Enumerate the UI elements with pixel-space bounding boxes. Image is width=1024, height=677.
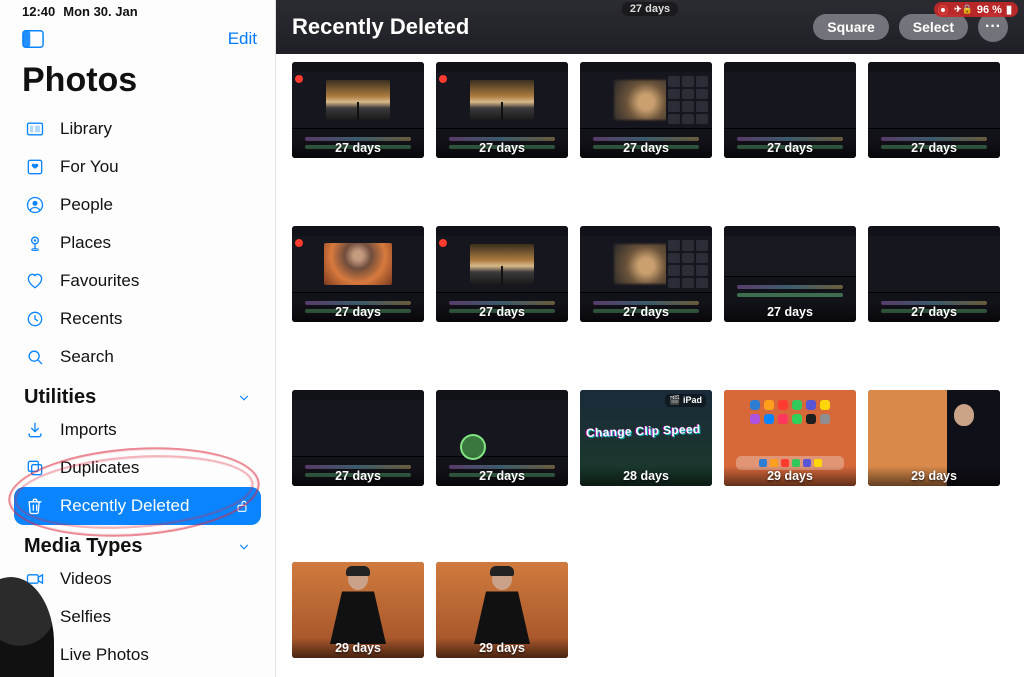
app-root: 12:40 Mon 30. Jan Edit Photos Library Fo…	[0, 0, 1024, 677]
days-remaining: 27 days	[724, 302, 856, 322]
sidebar-item-label: For You	[60, 157, 119, 177]
days-remaining: 27 days	[580, 302, 712, 322]
sidebar-item-videos[interactable]: Videos	[14, 560, 261, 598]
clock-icon	[24, 308, 46, 330]
import-icon	[24, 419, 46, 441]
days-remaining: 29 days	[292, 638, 424, 658]
thumbnail[interactable]: 29 days	[868, 390, 1000, 486]
sidebar-item-label: People	[60, 195, 113, 215]
thumbnail[interactable]: 27 days	[436, 226, 568, 322]
thumbnail[interactable]: 29 days	[436, 562, 568, 658]
thumbnail[interactable]: 27 days	[868, 62, 1000, 158]
sidebar-item-label: Search	[60, 347, 114, 367]
section-label: Utilities	[24, 386, 96, 409]
days-remaining: 27 days	[580, 138, 712, 158]
sidebar-item-favourites[interactable]: Favourites	[14, 262, 261, 300]
sidebar-item-label: Recents	[60, 309, 122, 329]
recording-status: ✈︎🔒 96 % ▮	[934, 2, 1018, 17]
header-peek-days: 27 days	[622, 2, 678, 16]
thumbnail[interactable]: 27 days	[724, 62, 856, 158]
days-remaining: 29 days	[724, 466, 856, 486]
unlock-icon	[233, 497, 251, 515]
days-remaining: 27 days	[292, 466, 424, 486]
thumbnail[interactable]: 27 days	[292, 390, 424, 486]
sidebar-item-search[interactable]: Search	[14, 338, 261, 376]
section-label: Media Types	[24, 535, 143, 558]
square-button[interactable]: Square	[813, 14, 888, 40]
clock: 12:40	[22, 4, 55, 19]
edit-button[interactable]: Edit	[228, 29, 257, 49]
days-remaining: 27 days	[436, 466, 568, 486]
places-icon	[24, 232, 46, 254]
duplicates-icon	[24, 457, 46, 479]
thumbnail[interactable]: 27 days	[580, 226, 712, 322]
days-remaining: 27 days	[292, 138, 424, 158]
header-bar: Recently Deleted 27 days ✈︎🔒 96 % ▮ Squa…	[276, 0, 1024, 54]
sidebar-item-recently-deleted[interactable]: Recently Deleted	[14, 487, 261, 525]
sidebar-item-imports[interactable]: Imports	[14, 411, 261, 449]
footer-info: 3 Photos, 19 Videos Photos and videos sh…	[292, 658, 1008, 677]
thumbnail[interactable]: 27 days	[292, 62, 424, 158]
sidebar-item-label: Recently Deleted	[60, 496, 189, 516]
sidebar-item-label: Imports	[60, 420, 117, 440]
record-icon	[938, 5, 948, 15]
date: Mon 30. Jan	[63, 4, 137, 19]
thumbnail[interactable]: 27 days	[292, 226, 424, 322]
sidebar-item-library[interactable]: Library	[14, 110, 261, 148]
section-utilities-header[interactable]: Utilities	[0, 376, 275, 411]
sidebar-item-label: Live Photos	[60, 645, 149, 665]
sidebar-item-label: Places	[60, 233, 111, 253]
app-title: Photos	[0, 51, 275, 110]
sidebar-item-label: Library	[60, 119, 112, 139]
days-remaining: 28 days	[580, 466, 712, 486]
device-status: 12:40 Mon 30. Jan	[0, 0, 275, 23]
heart-icon	[24, 270, 46, 292]
search-icon	[24, 346, 46, 368]
days-remaining: 27 days	[436, 138, 568, 158]
foryou-icon	[24, 156, 46, 178]
thumbnail[interactable]: 27 days	[436, 390, 568, 486]
thumbnail[interactable]: 🎬 iPadChange Clip Speed28 days	[580, 390, 712, 486]
library-icon	[24, 118, 46, 140]
sidebar-item-duplicates[interactable]: Duplicates	[14, 449, 261, 487]
page-title: Recently Deleted	[292, 14, 469, 40]
sidebar-item-foryou[interactable]: For You	[14, 148, 261, 186]
days-remaining: 27 days	[436, 302, 568, 322]
sidebar-item-label: Videos	[60, 569, 112, 589]
days-remaining: 27 days	[868, 138, 1000, 158]
sidebar-item-people[interactable]: People	[14, 186, 261, 224]
sidebar-item-label: Duplicates	[60, 458, 139, 478]
ellipsis-icon: ···	[985, 18, 1001, 36]
chevron-down-icon	[237, 391, 251, 405]
sidebar-item-places[interactable]: Places	[14, 224, 261, 262]
days-remaining: 27 days	[868, 302, 1000, 322]
sidebar: 12:40 Mon 30. Jan Edit Photos Library Fo…	[0, 0, 276, 677]
thumbnail[interactable]: 27 days	[436, 62, 568, 158]
section-media-header[interactable]: Media Types	[0, 525, 275, 560]
thumbnail[interactable]: 29 days	[724, 390, 856, 486]
thumbnail[interactable]: 27 days	[724, 226, 856, 322]
sidebar-item-label: Selfies	[60, 607, 111, 627]
thumbnail[interactable]: 29 days	[292, 562, 424, 658]
days-remaining: 29 days	[868, 466, 1000, 486]
thumbnail-grid: 27 days 27 days 27 days 27 days 27 days 27 da…	[292, 62, 1008, 658]
days-remaining: 27 days	[292, 302, 424, 322]
trash-icon	[24, 495, 46, 517]
days-remaining: 29 days	[436, 638, 568, 658]
sidebar-item-label: Favourites	[60, 271, 139, 291]
sidebar-item-recents[interactable]: Recents	[14, 300, 261, 338]
main-content: Recently Deleted 27 days ✈︎🔒 96 % ▮ Squa…	[276, 0, 1024, 677]
thumbnail[interactable]: 27 days	[868, 226, 1000, 322]
thumbnail[interactable]: 27 days	[580, 62, 712, 158]
sidebar-toggle-icon[interactable]	[22, 29, 44, 49]
people-icon	[24, 194, 46, 216]
chevron-down-icon	[237, 540, 251, 554]
days-remaining: 27 days	[724, 138, 856, 158]
select-button[interactable]: Select	[899, 14, 968, 40]
